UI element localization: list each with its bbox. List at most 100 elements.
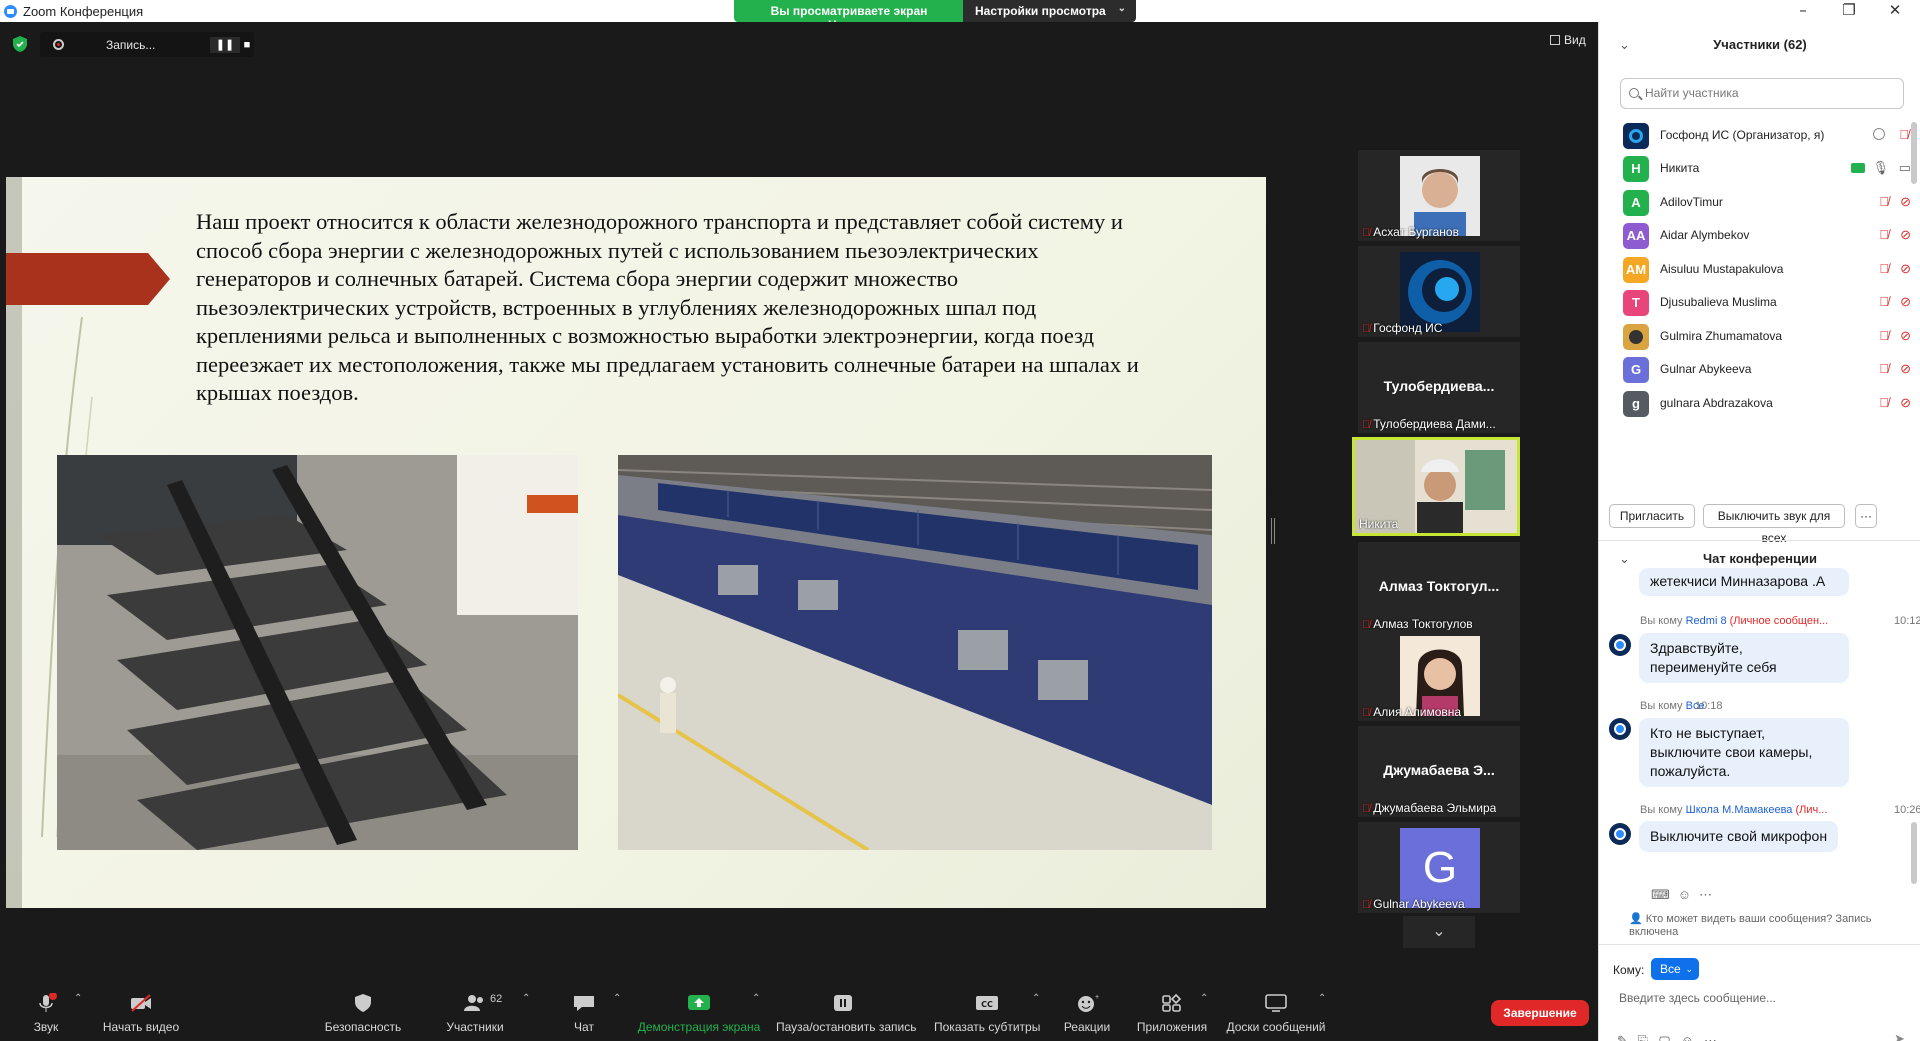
captions-options-caret-icon[interactable]: ⌃	[1032, 993, 1040, 1004]
mic-muted-icon[interactable]: 🎙̸	[1899, 127, 1909, 142]
mic-muted-icon[interactable]: 🎙̸	[1879, 261, 1889, 276]
video-off-icon	[129, 993, 153, 1013]
chat-message-meta: Вы кому Школа М.Мамакеева (Лич... 10:26	[1640, 804, 1827, 816]
view-options-button[interactable]: Настройки просмотра ⌄	[963, 0, 1136, 22]
gallery-scroll-down-button[interactable]: ⌄	[1403, 916, 1475, 948]
participant-search-input[interactable]: Найти участника	[1620, 78, 1904, 109]
mic-muted-icon[interactable]: 🎙̸	[1879, 395, 1889, 410]
share-options-caret-icon[interactable]: ⌃	[752, 993, 760, 1004]
chat-visibility-notice[interactable]: 👤 Кто может видеть ваши сообщения? Запис…	[1629, 913, 1899, 939]
participants-button[interactable]: Участники	[440, 979, 510, 1041]
mic-muted-icon[interactable]: 🎙̸	[1879, 294, 1889, 309]
end-meeting-button[interactable]: Завершение	[1491, 1000, 1589, 1026]
view-button[interactable]: Вид	[1550, 33, 1586, 47]
mic-muted-icon[interactable]: 🎙̸	[1879, 194, 1889, 209]
gallery-tile[interactable]: 🎙̸Госфонд ИС	[1358, 246, 1520, 337]
start-video-button[interactable]: Начать видео	[96, 979, 186, 1041]
participants-icon	[463, 993, 487, 1013]
share-screen-button[interactable]: Демонстрация экрана	[634, 979, 764, 1041]
gallery-tile[interactable]: G 🎙̸Gulnar Abykeeva	[1358, 822, 1520, 913]
video-off-icon[interactable]: ⊘	[1900, 261, 1911, 277]
collapse-chevron-icon[interactable]: ⌄	[1619, 22, 1630, 67]
reply-icon[interactable]: ⌨	[1651, 887, 1678, 902]
chat-options-caret-icon[interactable]: ⌃	[613, 993, 621, 1004]
security-button[interactable]: Безопасность	[320, 979, 406, 1041]
video-off-icon[interactable]: ⊘	[1900, 328, 1911, 344]
captions-button[interactable]: CC Показать субтитры	[934, 979, 1040, 1041]
emoji-icon[interactable]: ☺	[1681, 1033, 1704, 1041]
attach-icon[interactable]: ⎘	[1638, 1033, 1658, 1041]
gallery-tile[interactable]: 🎙̸Асхат Бурганов	[1358, 150, 1520, 241]
chat-button[interactable]: Чат	[564, 979, 604, 1041]
chat-tools: ✎⎘▢☺⋯	[1617, 1033, 1727, 1041]
file-icon[interactable]: ▢	[1658, 1033, 1680, 1041]
video-off-icon[interactable]: ⊘	[1900, 294, 1911, 310]
emoji-icon[interactable]: ☺	[1678, 887, 1699, 902]
recipient-select[interactable]: Все ⌄	[1651, 958, 1699, 980]
mic-muted-icon[interactable]: 🎙̸	[1879, 227, 1889, 242]
gallery-tile[interactable]: 🎙̸Алия Алимовна	[1358, 630, 1520, 721]
participant-photo	[1623, 324, 1649, 350]
gallery-tile[interactable]: Джумабаева Э... 🎙̸Джумабаева Эльмира	[1358, 726, 1520, 817]
whiteboard-options-caret-icon[interactable]: ⌃	[1318, 993, 1326, 1004]
stop-recording-button[interactable]: ■	[240, 37, 254, 53]
minimize-button[interactable]: –	[1780, 0, 1826, 22]
security-shield-icon[interactable]	[12, 35, 28, 53]
participant-avatar: g	[1623, 391, 1649, 417]
video-off-icon[interactable]: ⊘	[1900, 395, 1911, 411]
video-off-icon[interactable]: ⊘	[1900, 361, 1911, 377]
apps-icon	[1160, 993, 1184, 1013]
window-title: Zoom Конференция	[23, 4, 143, 19]
pause-stop-icon	[825, 993, 867, 1013]
chat-scrollbar[interactable]	[1911, 822, 1917, 884]
send-icon[interactable]: ➤	[1894, 1031, 1905, 1041]
solar-train-photo	[618, 455, 1212, 850]
gallery-tile[interactable]: Алмаз Токтогул... 🎙̸Алмаз Токтогулов	[1358, 542, 1520, 633]
recording-label: Запись...	[106, 38, 155, 52]
recipient-label: Кому:	[1613, 963, 1644, 977]
reactions-label: Реакции	[1060, 1020, 1114, 1034]
chat-message-actions[interactable]: ⌨☺⋯	[1651, 887, 1720, 903]
apps-options-caret-icon[interactable]: ⌃	[1200, 993, 1208, 1004]
mic-muted-icon[interactable]: 🎙̸	[1879, 361, 1889, 376]
gallery-tile-active-speaker[interactable]: Никита	[1352, 437, 1520, 536]
participant-name: Никита	[1660, 161, 1699, 175]
more-options-button[interactable]: ···	[1855, 504, 1877, 528]
share-banner: Вы просматриваете экран Никита Настройки…	[734, 0, 1136, 22]
participant-list-scrollbar[interactable]	[1911, 122, 1917, 184]
pause-stop-recording-button[interactable]: Пауза/остановить запись	[776, 979, 916, 1041]
whiteboards-button[interactable]: Доски сообщений	[1222, 979, 1330, 1041]
maximize-button[interactable]: ❐	[1826, 0, 1872, 22]
participant-name: gulnara Abdrazakova	[1660, 396, 1773, 410]
video-off-icon[interactable]: ⊘	[1900, 227, 1911, 243]
audio-button[interactable]: Звук	[20, 979, 72, 1041]
apps-button[interactable]: Приложения	[1134, 979, 1210, 1041]
close-window-button[interactable]: ✕	[1872, 0, 1918, 22]
participant-row[interactable]: g gulnara Abdrazakova 🎙̸ ⊘	[1599, 383, 1920, 424]
pause-recording-button[interactable]: ❚❚	[210, 37, 240, 53]
gallery-tile[interactable]: Тулобердиева... 🎙̸Тулобердиева Дами...	[1358, 342, 1520, 433]
participant-name: Djusubalieva Muslima	[1660, 295, 1777, 309]
tile-name: 🎙̸Госфонд ИС	[1362, 321, 1442, 335]
panel-resize-handle[interactable]	[1271, 518, 1275, 544]
audio-options-caret-icon[interactable]: ⌃	[74, 993, 82, 1004]
more-icon[interactable]: ⋯	[1699, 887, 1720, 902]
slide-text: Наш проект относится к области железнодо…	[196, 208, 1146, 408]
collapse-chevron-icon[interactable]: ⌄	[1619, 542, 1630, 576]
more-icon[interactable]: ⋯	[1704, 1033, 1727, 1041]
video-off-icon[interactable]: ⊘	[1900, 194, 1911, 210]
chat-message-input[interactable]: Введите здесь сообщение...	[1619, 991, 1776, 1005]
chat-message: жетекчиси Минназарова .А	[1639, 568, 1849, 596]
chevron-down-icon: ⌄	[1685, 958, 1693, 980]
mic-on-icon[interactable]: 🎙	[1872, 160, 1889, 176]
mute-all-button[interactable]: Выключить звук для всех	[1703, 504, 1845, 528]
participant-avatar: A	[1623, 190, 1649, 216]
reactions-button[interactable]: + Реакции	[1060, 979, 1114, 1041]
chat-message-meta: Вы кому Все 10:18	[1640, 700, 1705, 712]
invite-button[interactable]: Пригласить	[1609, 504, 1695, 528]
mic-muted-icon[interactable]: 🎙̸	[1879, 328, 1889, 343]
zoom-logo-icon	[4, 5, 17, 18]
participants-options-caret-icon[interactable]: ⌃	[522, 993, 530, 1004]
format-icon[interactable]: ✎	[1617, 1033, 1638, 1041]
video-on-icon[interactable]: ▭	[1899, 160, 1911, 176]
